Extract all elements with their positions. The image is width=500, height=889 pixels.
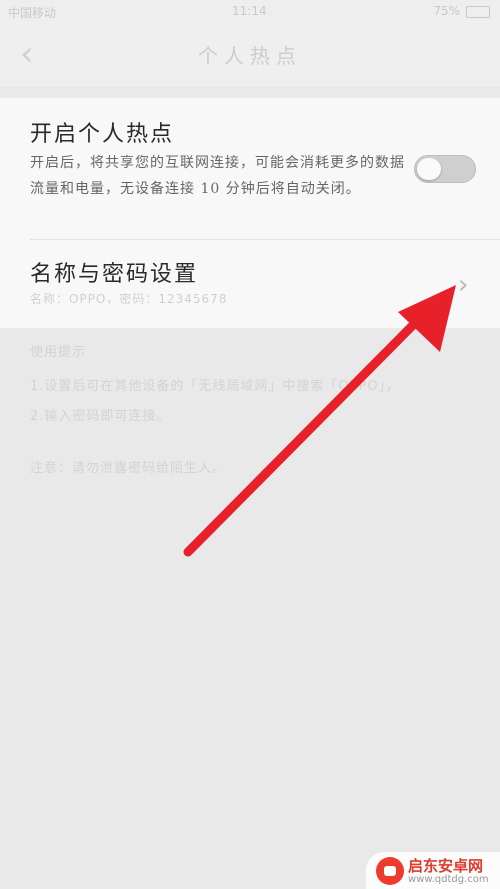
watermark: 启东安卓网 www.qdtdg.com	[366, 852, 500, 889]
hotspot-title: 开启个人热点	[30, 122, 175, 147]
toggle-knob	[417, 158, 441, 180]
hotspot-toggle[interactable]	[414, 155, 476, 183]
battery-percent: 75%	[433, 4, 460, 18]
carrier-label: 中国移动	[8, 6, 57, 20]
page-title: 个人热点	[198, 44, 302, 68]
watermark-name: 启东安卓网	[408, 857, 484, 875]
tips-note: 注意：请勿泄露密码给陌生人。	[30, 461, 227, 476]
settings-card: 开启个人热点 开启后，将共享您的互联网连接，可能会消耗更多的数据流量和电量，无设…	[0, 98, 500, 328]
status-bar: 中国移动 11:14 75%	[0, 0, 500, 22]
hotspot-description: 开启后，将共享您的互联网连接，可能会消耗更多的数据流量和电量，无设备连接 10 …	[30, 155, 405, 197]
tips-line-1: 1.设置后可在其他设备的「无线局域网」中搜索「OPPO」，	[30, 379, 401, 394]
watermark-url: www.qdtdg.com	[408, 874, 489, 885]
tips-line-2: 2.输入密码即可连接。	[30, 409, 171, 424]
name-password-title: 名称与密码设置	[30, 262, 199, 287]
name-password-row[interactable]: 名称与密码设置 名称：OPPO，密码：12345678 ›	[0, 240, 500, 328]
chevron-right-icon: ›	[458, 270, 469, 300]
hotspot-toggle-row[interactable]: 开启个人热点 开启后，将共享您的互联网连接，可能会消耗更多的数据流量和电量，无设…	[0, 98, 500, 239]
usage-tips: 使用提示 1.设置后可在其他设备的「无线局域网」中搜索「OPPO」， 2.输入密…	[30, 338, 470, 484]
nav-bar: ‹ 个人热点	[0, 22, 500, 86]
tips-heading: 使用提示	[30, 345, 87, 360]
name-password-subtitle: 名称：OPPO，密码：12345678	[30, 292, 228, 306]
watermark-logo-icon	[376, 857, 404, 885]
battery-icon	[466, 6, 490, 18]
clock: 11:14	[232, 4, 267, 18]
